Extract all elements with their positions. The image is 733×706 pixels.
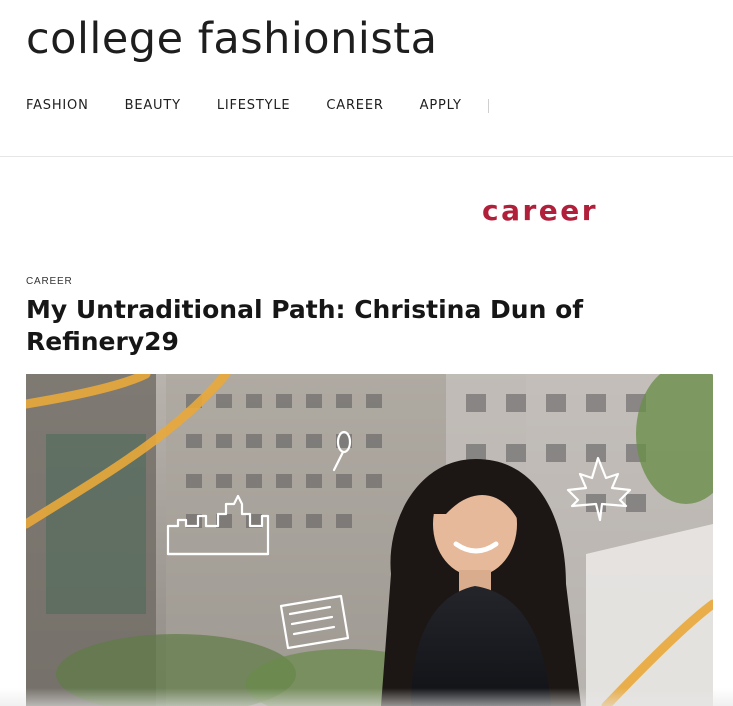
page-bottom-fade (0, 688, 733, 706)
hero-image[interactable] (26, 374, 713, 706)
main-nav: FASHION BEAUTY LIFESTYLE CAREER APPLY (26, 98, 489, 113)
nav-item-career[interactable]: CAREER (326, 98, 383, 113)
nav-item-fashion[interactable]: FASHION (26, 98, 89, 113)
site-header: college fashionista FASHION BEAUTY LIFES… (0, 0, 733, 157)
nav-item-lifestyle[interactable]: LIFESTYLE (217, 98, 291, 113)
article-category-link[interactable]: CAREER (26, 276, 72, 287)
nav-item-beauty[interactable]: BEAUTY (125, 98, 181, 113)
article-title[interactable]: My Untraditional Path: Christina Dun of … (26, 294, 626, 358)
nav-item-apply[interactable]: APPLY (420, 98, 462, 113)
site-logo[interactable]: college fashionista (26, 14, 437, 64)
section-banner: career (482, 194, 599, 227)
nav-divider (487, 98, 489, 113)
hero-photo (26, 374, 713, 706)
